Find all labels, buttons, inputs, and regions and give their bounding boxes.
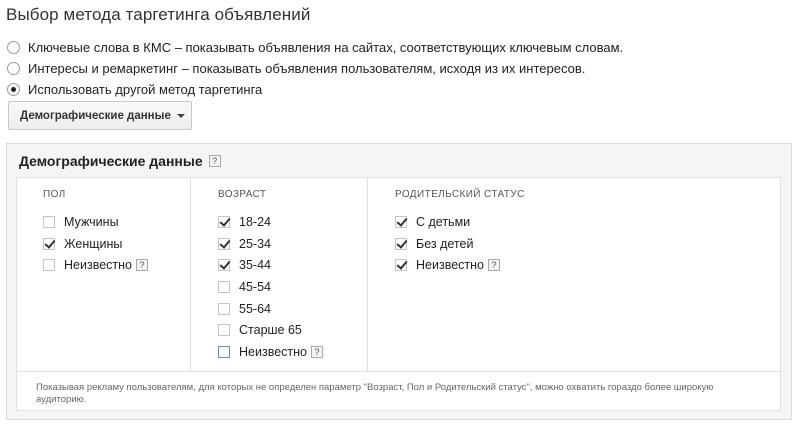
checkbox-checked-icon[interactable] <box>43 237 55 250</box>
checkbox-label: С детьми <box>416 214 471 229</box>
checkbox-checked-icon[interactable] <box>395 237 407 250</box>
radio-option-interests[interactable]: Интересы и ремаркетинг – показывать объя… <box>7 58 623 79</box>
checkbox-icon[interactable] <box>43 259 55 272</box>
demographics-box: ПОЛ Мужчины Женщины Неизвестно ? ВОЗРАСТ <box>16 177 781 411</box>
dropdown-label: Демографические данные <box>20 109 171 122</box>
checkbox-age-unknown[interactable]: Неизвестно ? <box>218 341 323 363</box>
checkbox-checked-icon[interactable] <box>218 215 230 228</box>
radio-option-label: Использовать другой метод таргетинга <box>28 82 263 97</box>
footnote: Показывая рекламу пользователям, для кот… <box>36 382 714 405</box>
checkbox-checked-icon[interactable] <box>218 237 230 250</box>
radio-option-other-method[interactable]: Использовать другой метод таргетинга <box>7 79 623 100</box>
radio-button-icon[interactable] <box>7 41 20 54</box>
checkbox-gender-unknown[interactable]: Неизвестно ? <box>43 254 148 276</box>
column-header-parental-status: РОДИТЕЛЬСКИЙ СТАТУС <box>395 189 525 200</box>
panel-title: Демографические данные ? <box>19 153 221 169</box>
column-header-age: ВОЗРАСТ <box>218 189 267 200</box>
checkbox-label: Женщины <box>64 236 123 251</box>
checkbox-label: 45-54 <box>239 279 271 294</box>
age-column: ВОЗРАСТ 18-24 25-34 35-44 45-54 55-64 Ст… <box>191 178 368 371</box>
caret-down-icon <box>176 113 185 118</box>
checkbox-checked-icon[interactable] <box>395 259 407 272</box>
radio-option-label: Интересы и ремаркетинг – показывать объя… <box>28 61 586 76</box>
radio-option-label: Ключевые слова в КМС – показывать объявл… <box>28 40 624 55</box>
checkbox-label: Без детей <box>416 236 474 251</box>
checkbox-age-65-plus[interactable]: Старше 65 <box>218 319 323 341</box>
checkbox-label: 55-64 <box>239 301 271 316</box>
checkbox-icon[interactable] <box>218 280 230 293</box>
checkbox-label: Неизвестно <box>416 258 484 273</box>
checkbox-icon[interactable] <box>43 215 55 228</box>
divider <box>17 371 780 372</box>
help-icon[interactable]: ? <box>310 345 323 358</box>
checkbox-label: Неизвестно <box>239 344 307 359</box>
checkbox-label: Старше 65 <box>239 323 302 338</box>
help-icon[interactable]: ? <box>135 259 148 272</box>
help-icon[interactable]: ? <box>208 155 221 167</box>
help-icon[interactable]: ? <box>487 259 500 272</box>
targeting-method-dropdown[interactable]: Демографические данные <box>8 101 192 130</box>
page-title: Выбор метода таргетинга объявлений <box>6 5 311 24</box>
gender-column: ПОЛ Мужчины Женщины Неизвестно ? <box>17 178 191 371</box>
checkbox-age-35-44[interactable]: 35-44 <box>218 254 323 276</box>
checkbox-label: 18-24 <box>239 214 271 229</box>
parental-status-column: РОДИТЕЛЬСКИЙ СТАТУС С детьми Без детей Н… <box>368 178 780 371</box>
checkbox-age-25-34[interactable]: 25-34 <box>218 233 323 255</box>
checkbox-label: 35-44 <box>239 258 271 273</box>
checkbox-age-55-64[interactable]: 55-64 <box>218 298 323 320</box>
targeting-method-radio-group: Ключевые слова в КМС – показывать объявл… <box>7 37 623 100</box>
checkbox-age-18-24[interactable]: 18-24 <box>218 211 323 233</box>
checkbox-age-45-54[interactable]: 45-54 <box>218 276 323 298</box>
checkbox-gender-male[interactable]: Мужчины <box>43 211 148 233</box>
checkbox-icon[interactable] <box>218 302 230 315</box>
checkbox-checked-icon[interactable] <box>395 215 407 228</box>
radio-button-selected-icon[interactable] <box>7 83 20 96</box>
checkbox-icon[interactable] <box>218 324 230 337</box>
radio-option-keywords[interactable]: Ключевые слова в КМС – показывать объявл… <box>7 37 623 58</box>
checkbox-focused-icon[interactable] <box>218 345 230 358</box>
checkbox-checked-icon[interactable] <box>218 259 230 272</box>
checkbox-label: Неизвестно <box>64 258 132 273</box>
column-header-gender: ПОЛ <box>43 189 66 200</box>
checkbox-label: 25-34 <box>239 236 271 251</box>
checkbox-gender-female[interactable]: Женщины <box>43 233 148 255</box>
checkbox-parent-with-children[interactable]: С детьми <box>395 211 500 233</box>
checkbox-label: Мужчины <box>64 214 119 229</box>
checkbox-parent-unknown[interactable]: Неизвестно ? <box>395 254 500 276</box>
panel-title-text: Демографические данные <box>19 153 203 169</box>
checkbox-parent-no-children[interactable]: Без детей <box>395 233 500 255</box>
demographics-panel: Демографические данные ? ПОЛ Мужчины Жен… <box>6 143 792 420</box>
radio-button-icon[interactable] <box>7 62 20 75</box>
